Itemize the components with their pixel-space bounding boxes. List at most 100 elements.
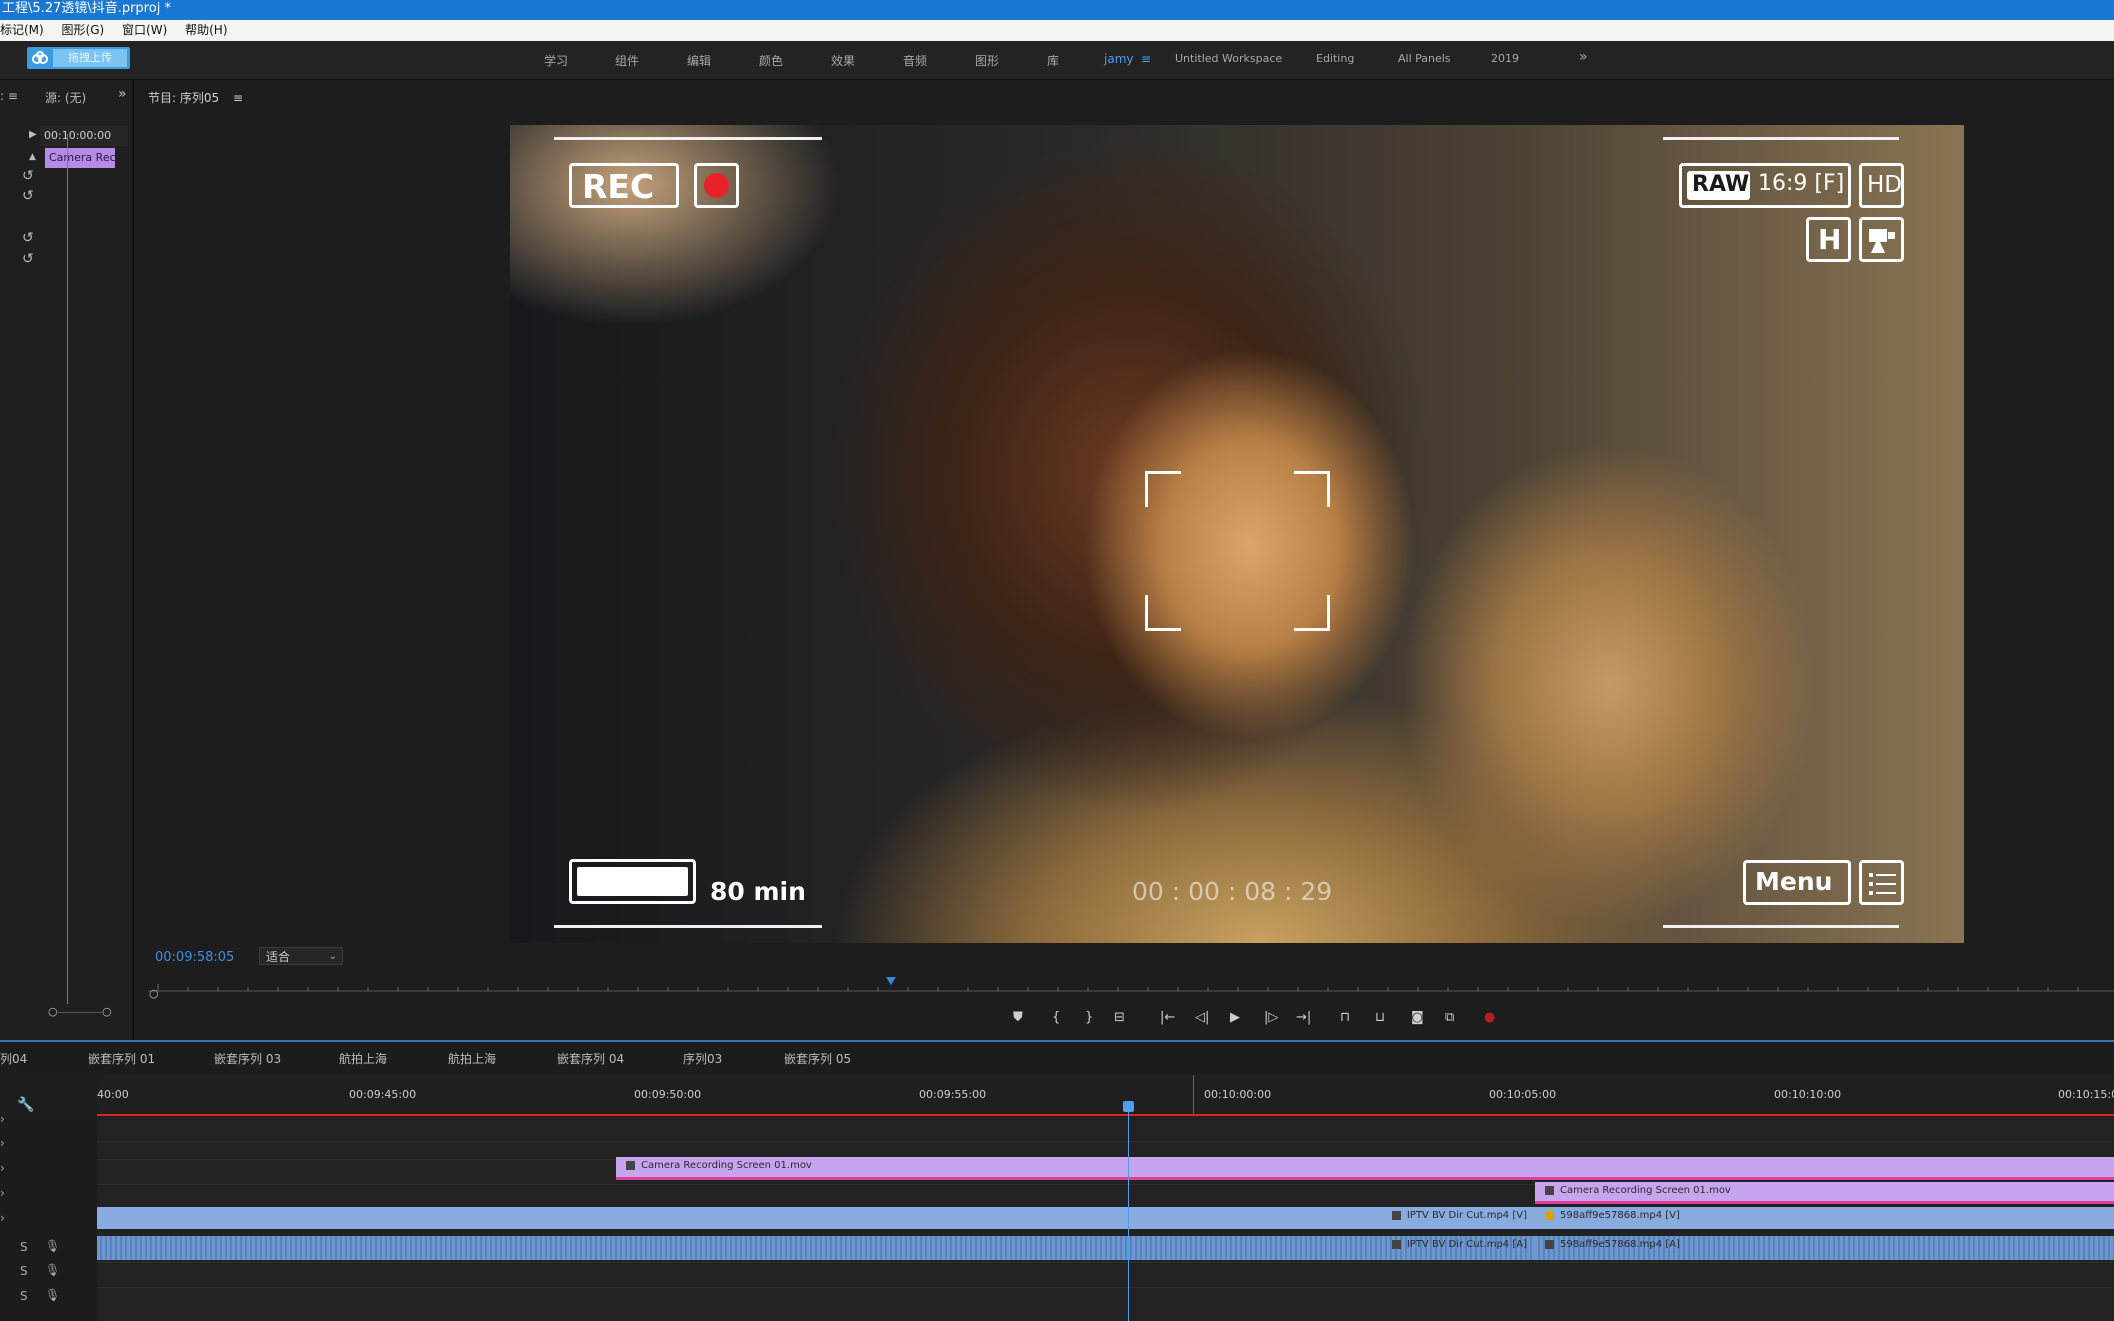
clip-label: 598aff9e57868.mp4 [V] xyxy=(1560,1210,1680,1221)
zoom-handle[interactable]: ○ xyxy=(149,987,159,1000)
clip-camera-recording-v2[interactable]: Camera Recording Screen 01.mov xyxy=(1535,1182,2114,1204)
tab-sequence[interactable]: 嵌套序列 05 xyxy=(784,1050,851,1067)
fit-select[interactable]: 适合 ⌄ xyxy=(259,947,343,965)
menu-label: Menu xyxy=(1755,867,1833,896)
more-workspaces-icon[interactable]: » xyxy=(1579,49,1588,65)
go-to-in-icon[interactable]: ⊟ xyxy=(1114,1010,1125,1025)
tab-untitled-workspace[interactable]: Untitled Workspace xyxy=(1175,52,1282,65)
track-toggle-icon[interactable]: › xyxy=(0,1112,5,1126)
record-indicator xyxy=(694,163,739,208)
solo-button[interactable]: S xyxy=(20,1264,28,1278)
tab-sequence[interactable]: 嵌套序列 01 xyxy=(88,1050,155,1067)
clip-timecode-overlay: 00 : 00 : 08 : 29 xyxy=(1132,877,1333,906)
go-to-out-icon[interactable]: →| xyxy=(1296,1010,1311,1025)
collapse-icon[interactable]: ▲ xyxy=(29,152,36,162)
add-marker-icon[interactable]: ⛊ xyxy=(1013,1010,1023,1025)
tab-sequence[interactable]: 航拍上海 xyxy=(448,1050,496,1067)
track-toggle-icon[interactable]: › xyxy=(0,1161,5,1175)
clip-iptv-video[interactable]: IPTV BV Dir Cut.mp4 [V] xyxy=(97,1207,1535,1229)
wrench-icon[interactable]: 🔧 xyxy=(17,1097,34,1113)
timeline-playhead[interactable] xyxy=(1128,1108,1129,1321)
mark-in-icon[interactable]: { xyxy=(1052,1010,1060,1025)
step-forward-icon[interactable]: |▷ xyxy=(1264,1010,1278,1025)
program-playhead[interactable] xyxy=(886,977,896,985)
clip-598-audio[interactable]: 598aff9e57868.mp4 [A] xyxy=(1535,1236,2114,1260)
tab-audio[interactable]: 音频 xyxy=(903,52,927,69)
tab-color[interactable]: 颜色 xyxy=(759,52,783,69)
window-title: 工程\5.27透镜\抖音.prproj * xyxy=(0,0,2114,20)
zoom-bar[interactable] xyxy=(56,1012,104,1013)
record-dot-icon xyxy=(704,173,729,198)
tab-jamy[interactable]: jamy xyxy=(1104,52,1133,66)
menu-marker[interactable]: 标记(M) xyxy=(0,20,44,40)
microphone-icon[interactable]: 🎙 xyxy=(45,1239,60,1253)
tab-sequence[interactable]: 列04 xyxy=(0,1050,27,1067)
clip-camera-recording-v3[interactable]: Camera Recording Screen 01.mov xyxy=(616,1157,2114,1180)
chevron-down-icon: ⌄ xyxy=(328,951,337,962)
clip-598-video[interactable]: 598aff9e57868.mp4 [V] xyxy=(1535,1207,2114,1229)
menu-window[interactable]: 窗口(W) xyxy=(122,20,167,40)
reset-icon[interactable]: ↺ xyxy=(22,251,34,267)
tab-editing-cn[interactable]: 编辑 xyxy=(687,52,711,69)
tab-effects[interactable]: 效果 xyxy=(831,52,855,69)
ruler-tick: 00:10:00:00 xyxy=(1204,1088,1272,1101)
microphone-icon[interactable]: 🎙 xyxy=(45,1263,60,1277)
hd-label: HD xyxy=(1867,172,1903,198)
track-divider xyxy=(97,1287,2114,1288)
expand-icon[interactable]: ▶ xyxy=(29,129,37,140)
reset-icon[interactable]: ↺ xyxy=(22,230,34,246)
hd-box: HD xyxy=(1859,163,1904,208)
record-button-icon[interactable]: ● xyxy=(1484,1010,1495,1025)
tab-learn[interactable]: 学习 xyxy=(544,52,568,69)
program-title: 节目: 序列05 xyxy=(148,91,220,105)
cloud-upload-button[interactable]: 拖拽上传 xyxy=(27,47,130,69)
export-frame-icon[interactable]: ◙ xyxy=(1411,1010,1424,1025)
track-toggle-icon[interactable]: › xyxy=(0,1186,5,1200)
panel-menu-icon[interactable]: : ≡ xyxy=(0,89,18,103)
tab-sequence[interactable]: 嵌套序列 03 xyxy=(214,1050,281,1067)
clip-iptv-audio[interactable]: IPTV BV Dir Cut.mp4 [A] xyxy=(97,1236,1535,1260)
tab-graphics[interactable]: 图形 xyxy=(975,52,999,69)
source-playhead[interactable] xyxy=(67,134,68,1004)
tab-all-panels[interactable]: All Panels xyxy=(1398,52,1451,65)
source-clip[interactable]: Camera Reco xyxy=(45,148,115,168)
workspace-menu-icon[interactable]: ≡ xyxy=(1141,52,1151,66)
source-panel-title: 源: (无) xyxy=(45,91,87,105)
rec-box: REC xyxy=(569,163,679,208)
step-back-icon[interactable]: ◁| xyxy=(1195,1010,1209,1025)
tab-2019[interactable]: 2019 xyxy=(1491,52,1519,65)
tab-sequence[interactable]: 序列03 xyxy=(683,1050,722,1067)
source-more-icon[interactable]: » xyxy=(118,86,127,102)
tab-sequence[interactable]: 嵌套序列 04 xyxy=(557,1050,624,1067)
microphone-icon[interactable]: 🎙 xyxy=(45,1288,60,1302)
program-mini-ruler[interactable] xyxy=(148,982,2114,992)
reset-icon[interactable]: ↺ xyxy=(22,168,34,184)
solo-button[interactable]: S xyxy=(20,1240,28,1254)
menu-graphics[interactable]: 图形(G) xyxy=(62,20,105,40)
play-icon[interactable]: ▶ xyxy=(1230,1010,1240,1025)
fx-icon xyxy=(626,1160,635,1170)
tab-editing[interactable]: Editing xyxy=(1316,52,1354,65)
raw-aspect-box: RAW 16:9 [F] xyxy=(1679,163,1851,208)
track-toggle-icon[interactable]: › xyxy=(0,1211,5,1225)
tab-assembly[interactable]: 组件 xyxy=(615,52,639,69)
timeline-playhead-handle[interactable] xyxy=(1123,1101,1134,1112)
tab-sequence[interactable]: 航拍上海 xyxy=(339,1050,387,1067)
render-bar xyxy=(97,1114,2114,1116)
tab-libraries[interactable]: 库 xyxy=(1047,52,1059,69)
menu-help[interactable]: 帮助(H) xyxy=(185,20,227,40)
lift-icon[interactable]: ⊓ xyxy=(1340,1010,1350,1025)
extract-icon[interactable]: ⊔ xyxy=(1375,1010,1385,1025)
track-toggle-icon[interactable]: › xyxy=(0,1136,5,1150)
solo-button[interactable]: S xyxy=(20,1289,28,1303)
comparison-view-icon[interactable]: ⧉ xyxy=(1445,1010,1454,1025)
raw-badge: RAW xyxy=(1687,171,1750,200)
duration-label: 80 min xyxy=(710,877,806,906)
program-menu-icon[interactable]: ≡ xyxy=(233,91,243,105)
mark-out-icon[interactable]: } xyxy=(1085,1010,1093,1025)
step-to-in-icon[interactable]: |← xyxy=(1160,1010,1175,1025)
program-timecode[interactable]: 00:09:58:05 xyxy=(155,950,234,965)
reset-icon[interactable]: ↺ xyxy=(22,188,34,204)
source-ruler: 00:10:00:00 xyxy=(40,126,128,146)
fx-icon xyxy=(1545,1239,1554,1249)
